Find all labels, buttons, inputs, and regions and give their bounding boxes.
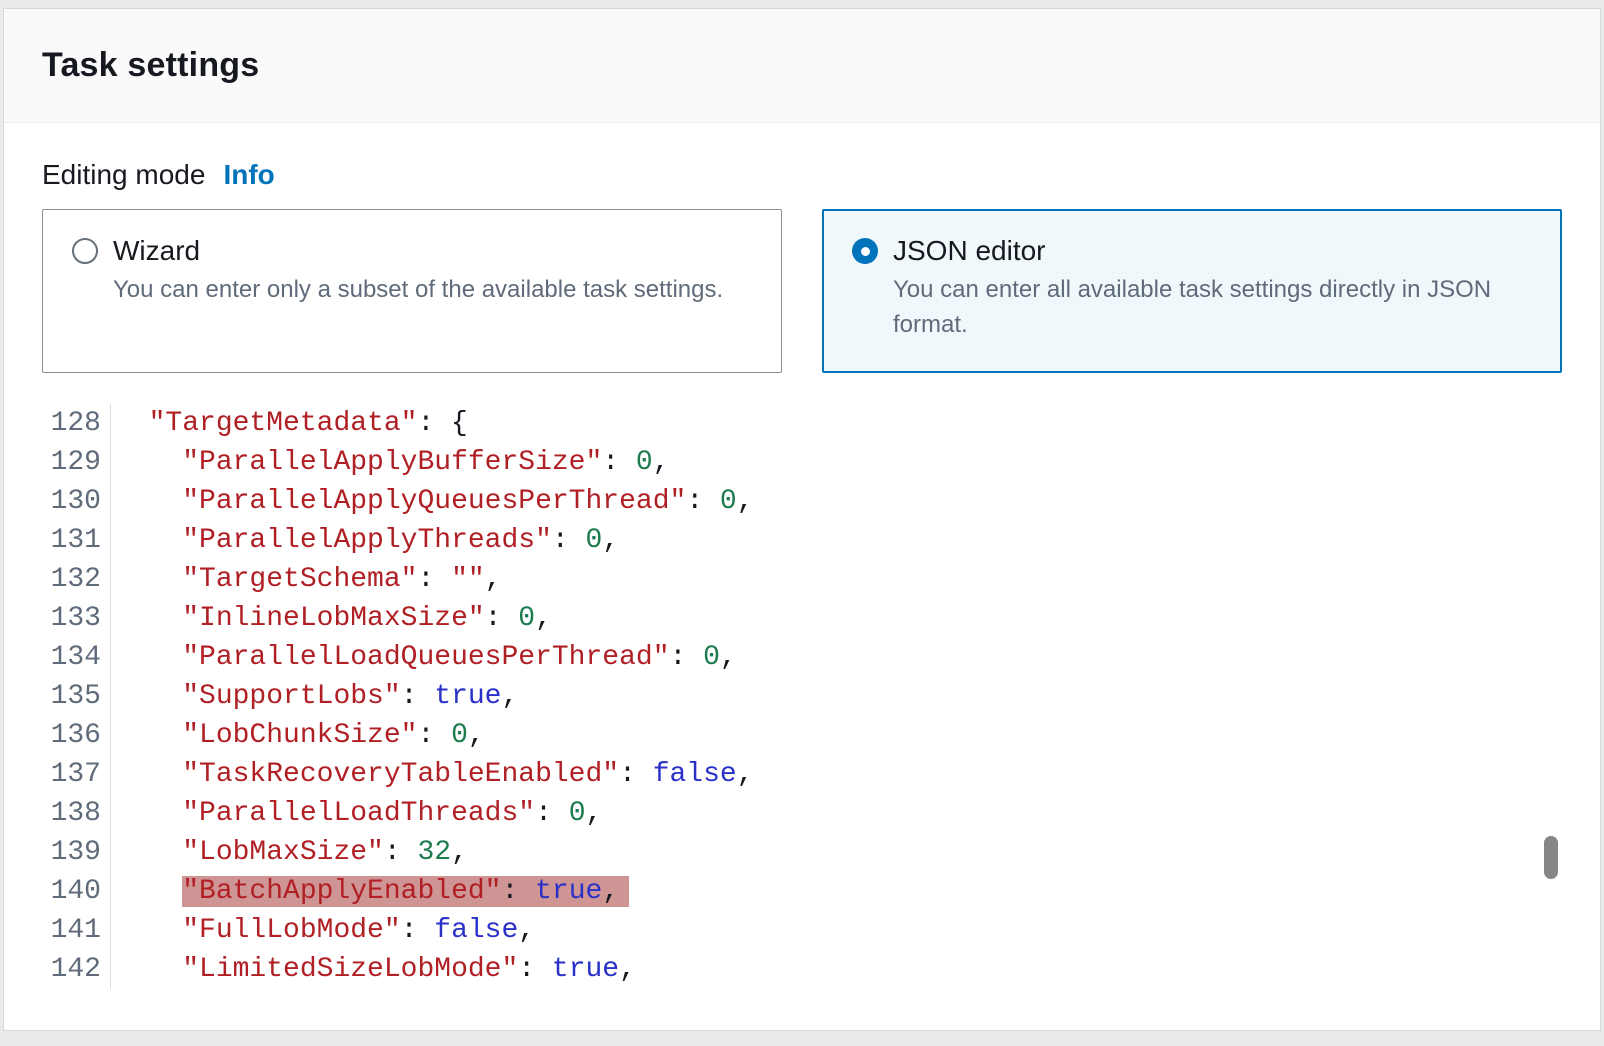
code-line: 140 "BatchApplyEnabled": true,: [42, 872, 1562, 911]
option-wizard-label: Wizard: [113, 235, 200, 267]
option-json-title-row: JSON editor: [852, 235, 1532, 267]
code-line-content: "FullLobMode": false,: [111, 911, 535, 950]
scrollbar-thumb[interactable]: [1544, 836, 1558, 879]
info-link[interactable]: Info: [223, 159, 274, 191]
code-line-content: "ParallelApplyThreads": 0,: [111, 521, 619, 560]
code-line: 141 "FullLobMode": false,: [42, 911, 1562, 950]
code-line: 131 "ParallelApplyThreads": 0,: [42, 521, 1562, 560]
line-number: 142: [42, 950, 111, 989]
code-line: 136 "LobChunkSize": 0,: [42, 716, 1562, 755]
line-number: 134: [42, 638, 111, 677]
code-line-content: "SupportLobs": true,: [111, 677, 518, 716]
line-number: 137: [42, 755, 111, 794]
line-number: 139: [42, 833, 111, 872]
option-json-description: You can enter all available task setting…: [893, 272, 1532, 342]
editing-mode-label: Editing mode: [42, 159, 205, 191]
code-line: 128 "TargetMetadata": {: [42, 404, 1562, 443]
line-number: 130: [42, 482, 111, 521]
code-line: 137 "TaskRecoveryTableEnabled": false,: [42, 755, 1562, 794]
line-number: 135: [42, 677, 111, 716]
code-line-content: "LobChunkSize": 0,: [111, 716, 485, 755]
code-line: 139 "LobMaxSize": 32,: [42, 833, 1562, 872]
code-line: 135 "SupportLobs": true,: [42, 677, 1562, 716]
panel-body: Editing mode Info Wizard You can enter o…: [4, 159, 1600, 989]
option-wizard-title-row: Wizard: [72, 235, 752, 267]
task-settings-panel: Task settings Editing mode Info Wizard Y…: [3, 8, 1601, 1031]
panel-title: Task settings: [42, 46, 259, 85]
code-line: 133 "InlineLobMaxSize": 0,: [42, 599, 1562, 638]
code-line-content: "LimitedSizeLobMode": true,: [111, 950, 636, 989]
option-wizard-description: You can enter only a subset of the avail…: [113, 272, 752, 307]
code-line-content: "TaskRecoveryTableEnabled": false,: [111, 755, 754, 794]
option-tile-json-editor[interactable]: JSON editor You can enter all available …: [822, 209, 1562, 373]
panel-header: Task settings: [4, 9, 1600, 123]
line-number: 136: [42, 716, 111, 755]
code-line: 129 "ParallelApplyBufferSize": 0,: [42, 443, 1562, 482]
code-line: 138 "ParallelLoadThreads": 0,: [42, 794, 1562, 833]
option-json-label: JSON editor: [893, 235, 1046, 267]
editing-mode-options: Wizard You can enter only a subset of th…: [42, 209, 1562, 373]
code-line: 132 "TargetSchema": "",: [42, 560, 1562, 599]
code-line: 134 "ParallelLoadQueuesPerThread": 0,: [42, 638, 1562, 677]
line-number: 133: [42, 599, 111, 638]
code-line-content: "ParallelLoadThreads": 0,: [111, 794, 602, 833]
code-line-content: "BatchApplyEnabled": true,: [111, 872, 629, 911]
code-line-content: "ParallelLoadQueuesPerThread": 0,: [111, 638, 737, 677]
code-line: 130 "ParallelApplyQueuesPerThread": 0,: [42, 482, 1562, 521]
line-number: 132: [42, 560, 111, 599]
json-code-editor[interactable]: 128 "TargetMetadata": {129 "ParallelAppl…: [42, 404, 1562, 989]
line-number: 138: [42, 794, 111, 833]
editing-mode-label-row: Editing mode Info: [42, 159, 1562, 191]
line-number: 140: [42, 872, 111, 911]
line-number: 129: [42, 443, 111, 482]
code-line-content: "ParallelApplyBufferSize": 0,: [111, 443, 670, 482]
radio-unchecked-icon[interactable]: [72, 238, 98, 264]
code-line-content: "InlineLobMaxSize": 0,: [111, 599, 552, 638]
line-number: 131: [42, 521, 111, 560]
code-line: 142 "LimitedSizeLobMode": true,: [42, 950, 1562, 989]
radio-checked-icon[interactable]: [852, 238, 878, 264]
code-line-content: "ParallelApplyQueuesPerThread": 0,: [111, 482, 754, 521]
line-number: 128: [42, 404, 111, 443]
code-line-content: "LobMaxSize": 32,: [111, 833, 468, 872]
option-tile-wizard[interactable]: Wizard You can enter only a subset of th…: [42, 209, 782, 373]
code-line-content: "TargetSchema": "",: [111, 560, 502, 599]
code-line-content: "TargetMetadata": {: [111, 404, 468, 443]
line-number: 141: [42, 911, 111, 950]
highlighted-code: "BatchApplyEnabled": true,: [182, 876, 629, 907]
